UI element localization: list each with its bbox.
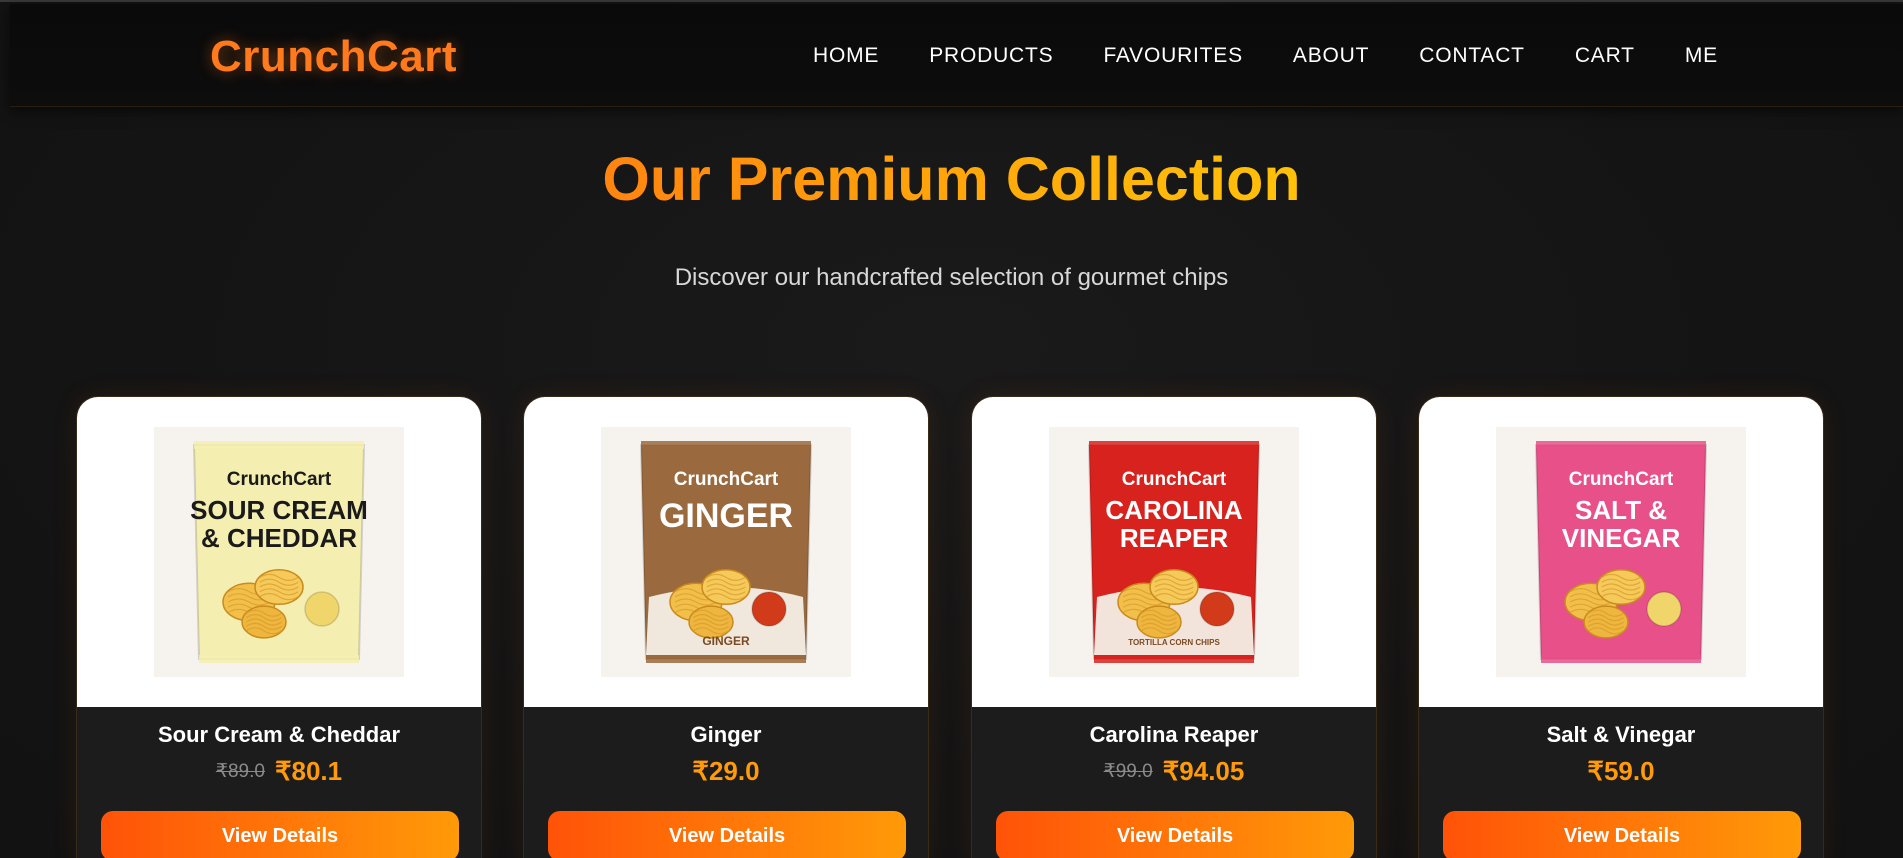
chip-bag-svg: CrunchCart SALT &VINEGAR [1496,427,1746,677]
original-price: ₹89.0 [215,761,265,782]
price-row: ₹89.0 ₹80.1 [77,756,481,787]
bag-brand-text: CrunchCart [1122,469,1227,490]
product-name: Sour Cream & Cheddar [157,722,401,747]
view-details-button[interactable]: View Details [996,811,1354,858]
nav-link-home[interactable]: HOME [813,44,879,68]
nav-link-me[interactable]: ME [1685,44,1718,68]
product-card[interactable]: CrunchCart SALT & VINEGAR Salt & Vinegar ₹… [1418,396,1824,858]
nav-link-products[interactable]: PRODUCTS [929,44,1053,68]
bag-flavor-text: GINGER [659,497,793,535]
view-details-button[interactable]: View Details [101,811,459,858]
original-price: ₹99.0 [1103,761,1153,782]
chip-bag-image[interactable]: CrunchCart SOUR CREAM & CHEDDAR [154,427,404,677]
bag-flavor-text: CAROLINA [1105,495,1242,525]
chip-bag-svg: CrunchCart CAROLINAREAPER TORTILLA CORN CH… [1049,427,1299,677]
price-row: ₹99.0 ₹94.05 [972,756,1376,787]
price-row: ₹59.0 [1419,756,1823,787]
chip-shape [701,568,751,606]
bag-flavor-text: REAPER [1120,523,1229,553]
bag-flavor-text: SALT & [1575,495,1667,525]
current-price: ₹59.0 [1587,756,1655,786]
view-details-button[interactable]: View Details [548,811,906,858]
flavor-accent [304,591,340,627]
page-subtitle: Discover our handcrafted selection of go… [674,264,1229,291]
chip-bag-image[interactable]: CrunchCart CAROLINA REAPER TORTILLA CORN CH… [1049,427,1299,677]
page-title: Our Premium Collection [602,145,1301,213]
chip-bag-svg: CrunchCart GINGER GINGER [601,427,851,677]
product-card[interactable]: CrunchCart SOUR CREAM & CHEDDAR Sour Cream… [76,396,482,858]
chip-shape [1136,605,1182,639]
current-price: ₹94.05 [1162,756,1245,786]
product-image-area[interactable]: CrunchCart SALT & VINEGAR [1419,397,1823,707]
bag-flavor-text: & CHEDDAR [201,523,357,553]
chip-shape [1596,568,1646,606]
bag-flavor-text: SOUR CREAM [190,495,368,525]
bag-brand-text: CrunchCart [1569,469,1674,490]
product-image-area[interactable]: CrunchCart SOUR CREAM & CHEDDAR [77,397,481,707]
chip-bag-svg: CrunchCart SOUR CREAM& CHEDDAR [154,427,404,677]
navbar: CrunchCart HOME PRODUCTS FAVOURITES ABOU… [10,4,1903,107]
chip-shape [254,568,304,606]
flavor-accent [1646,591,1682,627]
product-name: Ginger [690,722,762,747]
page: CrunchCart HOME PRODUCTS FAVOURITES ABOU… [0,0,1903,858]
nav-link-favourites[interactable]: FAVOURITES [1103,44,1242,68]
bag-brand-text: CrunchCart [227,469,332,490]
bag-footer-text: GINGER [702,634,750,648]
product-card[interactable]: CrunchCart CAROLINA REAPER TORTILLA CORN CH… [971,396,1377,858]
product-name: Salt & Vinegar [1546,722,1696,747]
bag-footer-text: TORTILLA CORN CHIPS [1128,638,1220,647]
current-price: ₹80.1 [274,756,343,786]
price-row: ₹29.0 [524,756,928,787]
bag-brand-text: CrunchCart [674,469,779,490]
current-price: ₹29.0 [692,756,760,786]
brand-logo[interactable]: CrunchCart [210,32,457,82]
chip-bag-image[interactable]: CrunchCart SALT & VINEGAR [1496,427,1746,677]
nav-link-cart[interactable]: CART [1575,44,1635,68]
bag-flavor-text: VINEGAR [1562,523,1681,553]
view-details-button[interactable]: View Details [1443,811,1801,858]
chip-bag-image[interactable]: CrunchCart GINGER GINGER [601,427,851,677]
flavor-accent [1199,591,1235,627]
nav-link-contact[interactable]: CONTACT [1419,44,1525,68]
flavor-accent [751,591,787,627]
chip-shape [1583,605,1629,639]
product-card[interactable]: CrunchCart GINGER GINGER Ginger ₹29.0 View… [523,396,929,858]
nav-links: HOME PRODUCTS FAVOURITES ABOUT CONTACT C… [813,44,1718,68]
product-image-area[interactable]: CrunchCart CAROLINA REAPER TORTILLA CORN CH… [972,397,1376,707]
chip-shape [1149,568,1199,606]
product-image-area[interactable]: CrunchCart GINGER GINGER [524,397,928,707]
nav-link-about[interactable]: ABOUT [1293,44,1369,68]
chip-shape [241,605,287,639]
product-name: Carolina Reaper [1089,722,1259,747]
